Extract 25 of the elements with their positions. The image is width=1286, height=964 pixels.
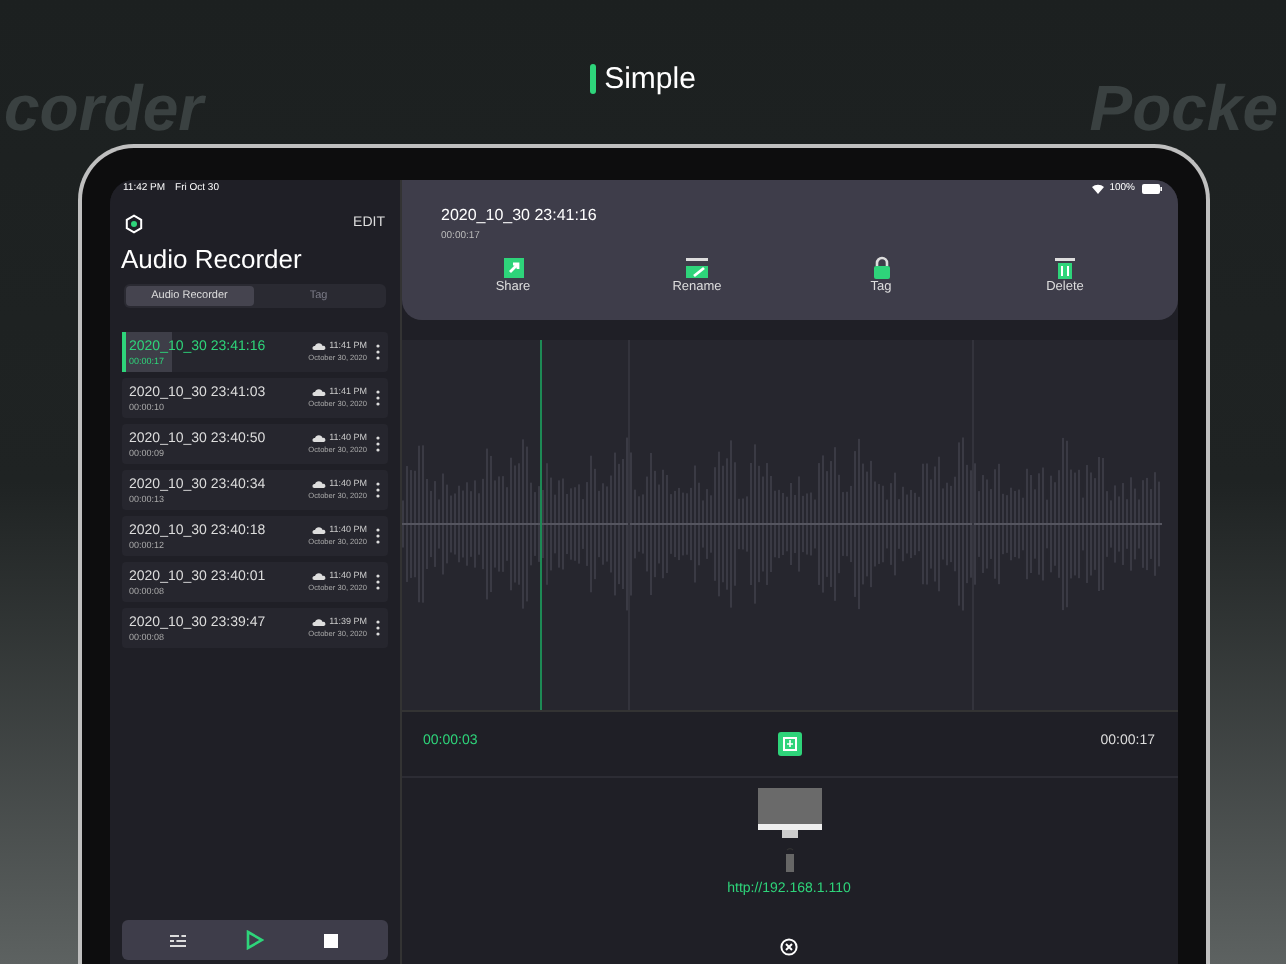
trash-icon bbox=[1054, 256, 1076, 281]
headline: Simple bbox=[604, 64, 696, 95]
phone-icon bbox=[785, 847, 793, 872]
cloud-icon bbox=[311, 388, 326, 397]
sliders-icon[interactable] bbox=[170, 933, 187, 947]
pencil-icon bbox=[684, 256, 710, 281]
cloud-icon bbox=[311, 434, 326, 443]
wifi-icon bbox=[1091, 184, 1104, 195]
sidebar-title: Audio Recorder bbox=[121, 246, 304, 273]
cloud-icon bbox=[311, 526, 326, 535]
detail-name: 2020_10_30 23:41:16 bbox=[441, 207, 599, 224]
stop-icon[interactable] bbox=[323, 933, 338, 947]
close-icon[interactable] bbox=[780, 938, 798, 957]
cloud-icon bbox=[311, 618, 326, 627]
share-icon bbox=[501, 256, 525, 281]
bookmark-icon[interactable] bbox=[777, 731, 801, 756]
cloud-icon bbox=[311, 480, 326, 489]
settings-icon[interactable] bbox=[123, 213, 143, 234]
cloud-icon bbox=[311, 572, 326, 581]
accent-bar bbox=[590, 64, 597, 95]
computer-icon bbox=[757, 787, 821, 840]
lock-icon bbox=[871, 256, 891, 281]
play-icon[interactable] bbox=[245, 930, 264, 950]
cloud-icon bbox=[311, 342, 326, 351]
battery-icon bbox=[1141, 184, 1161, 195]
